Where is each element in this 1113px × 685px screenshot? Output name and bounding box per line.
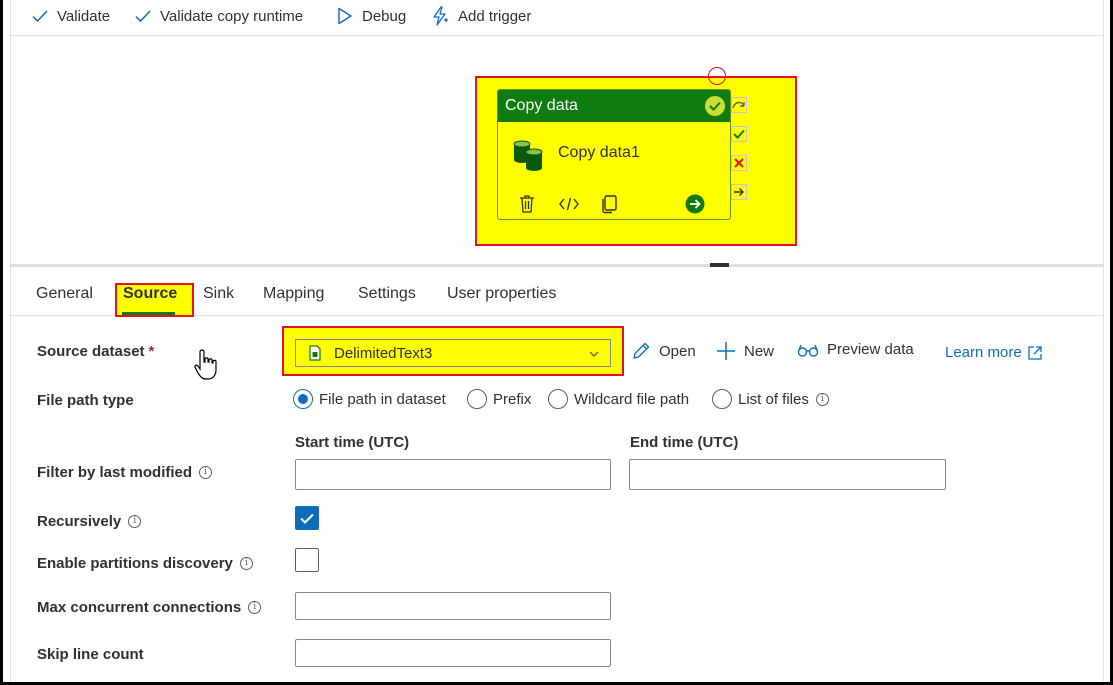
info-icon[interactable]: i xyxy=(199,466,213,479)
required-marker: * xyxy=(148,343,155,360)
database-icon xyxy=(512,138,546,177)
info-icon[interactable]: i xyxy=(815,392,829,406)
radio-dot[interactable] xyxy=(712,389,732,409)
preview-data-button[interactable]: Preview data xyxy=(797,341,914,358)
active-tab-indicator xyxy=(122,312,175,315)
learn-more-link[interactable]: Learn more xyxy=(945,344,1042,361)
play-icon xyxy=(338,7,352,25)
recursively-label-text: Recursively xyxy=(37,513,122,530)
plus-icon xyxy=(717,342,735,360)
max-connections-label-text: Max concurrent connections xyxy=(37,599,242,616)
skip-line-count-input[interactable] xyxy=(295,639,611,667)
skip-line-count-label: Skip line count xyxy=(37,646,144,663)
go-arrow-icon[interactable] xyxy=(685,194,705,219)
tab-mapping[interactable]: Mapping xyxy=(263,285,324,303)
tab-sink[interactable]: Sink xyxy=(203,285,234,303)
skip-connector-icon[interactable] xyxy=(731,97,747,113)
new-label: New xyxy=(744,342,775,360)
tab-general[interactable]: General xyxy=(36,285,93,303)
copy-icon[interactable] xyxy=(599,194,619,219)
hand-cursor-icon xyxy=(193,348,221,387)
file-path-type-label: File path type xyxy=(37,392,134,409)
activity-header: Copy data xyxy=(498,90,730,122)
info-icon[interactable]: i xyxy=(248,601,262,614)
info-icon[interactable]: i xyxy=(128,515,142,528)
completion-connector-icon[interactable] xyxy=(731,184,747,200)
validate-copy-runtime-button[interactable]: Validate copy runtime xyxy=(135,5,303,27)
radio-list-of-files[interactable]: List of files i xyxy=(712,389,829,409)
splitter-handle[interactable] xyxy=(710,263,729,267)
new-dataset-button[interactable]: New xyxy=(716,341,774,361)
right-border xyxy=(1103,0,1104,682)
radio-label: List of files xyxy=(738,390,809,408)
validate-button[interactable]: Validate xyxy=(32,5,110,27)
debug-button[interactable]: Debug xyxy=(337,5,406,27)
source-dataset-dropdown[interactable]: DelimitedText3 xyxy=(295,339,611,367)
start-time-label: Start time (UTC) xyxy=(295,434,410,451)
partitions-discovery-checkbox[interactable] xyxy=(295,548,319,572)
delimited-text-icon xyxy=(309,345,321,361)
radio-dot[interactable] xyxy=(548,389,568,409)
radio-file-path-in-dataset[interactable]: File path in dataset xyxy=(293,389,446,409)
panel-splitter[interactable] xyxy=(11,264,1103,267)
delete-icon[interactable] xyxy=(517,194,537,219)
radio-wildcard-file-path[interactable]: Wildcard file path xyxy=(548,389,689,409)
partitions-discovery-label: Enable partitions discovery i xyxy=(37,555,253,572)
max-concurrent-connections-label: Max concurrent connections i xyxy=(37,599,262,616)
failure-connector-icon[interactable] xyxy=(731,155,747,171)
source-dataset-label-text: Source dataset xyxy=(37,343,145,360)
lightning-icon xyxy=(433,6,448,26)
tab-user-properties[interactable]: User properties xyxy=(447,285,556,303)
end-time-input[interactable] xyxy=(629,459,946,490)
debug-label: Debug xyxy=(362,7,407,25)
pipeline-toolbar: Validate Validate copy runtime Debug Add… xyxy=(11,0,1103,36)
source-dataset-label: Source dataset * xyxy=(37,343,154,360)
tab-settings[interactable]: Settings xyxy=(358,285,416,303)
checkmark-icon xyxy=(32,10,48,23)
chevron-down-icon xyxy=(588,347,600,364)
code-icon[interactable] xyxy=(558,194,580,219)
end-time-label: End time (UTC) xyxy=(630,434,739,451)
activity-tools xyxy=(498,194,730,216)
validate-copy-runtime-label: Validate copy runtime xyxy=(160,7,304,25)
max-concurrent-connections-input[interactable] xyxy=(295,592,611,620)
filter-by-last-modified-label: Filter by last modified i xyxy=(37,464,213,481)
properties-tabs: General Source Sink Mapping Settings Use… xyxy=(11,268,1103,317)
add-trigger-button[interactable]: Add trigger xyxy=(431,5,531,27)
radio-prefix[interactable]: Prefix xyxy=(467,389,531,409)
checkmark-icon xyxy=(300,513,314,524)
success-check-icon xyxy=(705,96,725,116)
tab-source[interactable]: Source xyxy=(123,285,177,303)
activity-name: Copy data1 xyxy=(558,144,640,161)
copy-data-activity[interactable]: Copy data Copy data1 xyxy=(497,89,731,220)
radio-label: Wildcard file path xyxy=(574,390,690,408)
info-icon[interactable]: i xyxy=(239,557,253,570)
add-trigger-label: Add trigger xyxy=(458,7,532,25)
preview-label: Preview data xyxy=(827,341,914,358)
radio-dot[interactable] xyxy=(293,389,313,409)
partitions-label-text: Enable partitions discovery xyxy=(37,555,233,572)
recursively-checkbox[interactable] xyxy=(295,506,319,530)
file-path-type-label-text: File path type xyxy=(37,392,134,409)
glasses-icon xyxy=(797,344,819,357)
recursively-label: Recursively i xyxy=(37,513,142,530)
start-time-input[interactable] xyxy=(295,459,611,490)
activity-body: Copy data1 xyxy=(498,122,730,220)
learn-more-label: Learn more xyxy=(945,344,1022,361)
radio-label: Prefix xyxy=(493,390,532,408)
activity-type-label: Copy data xyxy=(505,97,578,114)
validate-label: Validate xyxy=(57,7,111,25)
skip-line-label-text: Skip line count xyxy=(37,646,144,663)
open-label: Open xyxy=(659,342,696,360)
connection-handle[interactable] xyxy=(708,67,726,85)
checkmark-icon xyxy=(135,10,151,23)
radio-dot[interactable] xyxy=(467,389,487,409)
external-link-icon xyxy=(1028,345,1042,360)
pencil-icon xyxy=(633,342,650,359)
success-connector-icon[interactable] xyxy=(731,126,747,142)
open-dataset-button[interactable]: Open xyxy=(631,341,696,361)
dataset-value: DelimitedText3 xyxy=(334,344,433,362)
filter-label-text: Filter by last modified xyxy=(37,464,193,481)
radio-label: File path in dataset xyxy=(319,390,446,408)
